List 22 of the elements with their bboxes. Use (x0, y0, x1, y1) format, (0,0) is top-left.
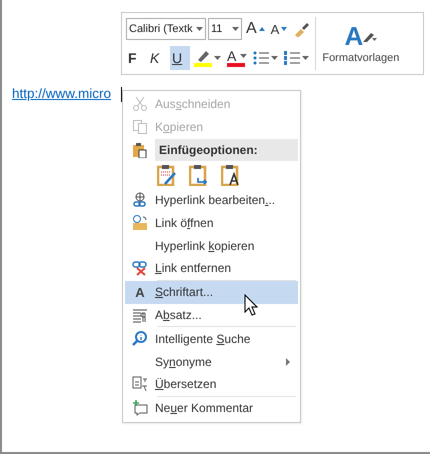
menu-item[interactable]: A Schriftart... (125, 280, 298, 304)
menu-item[interactable]: Link öffnen (125, 211, 298, 234)
menu-item[interactable]: Hyperlink kopieren (125, 234, 298, 257)
font-icon: A (135, 284, 145, 300)
menu-item[interactable]: Übersetzen (125, 372, 298, 396)
menu-item[interactable]: Absatz... (125, 304, 298, 326)
hyperlink[interactable]: http://www.micro (12, 86, 112, 101)
bold-button[interactable]: F (126, 46, 146, 70)
menu-item[interactable]: Link entfernen (125, 256, 298, 280)
menu-header: Einfügeoptionen: (155, 138, 298, 161)
underline-button[interactable]: U (170, 46, 190, 70)
menu-item[interactable]: Hyperlink bearbeiten... (125, 188, 298, 212)
font-color-button[interactable]: A (225, 46, 250, 70)
italic-button[interactable]: K (148, 46, 168, 70)
menu-item[interactable]: Neuer Kommentar (125, 396, 298, 420)
font-name-field[interactable]: Calibri (Textk (126, 18, 206, 40)
font-size-field[interactable]: 11 (208, 18, 242, 40)
shrink-font-button[interactable]: A (268, 17, 290, 42)
styles-button[interactable]: A Formatvorlagen (320, 17, 402, 70)
grow-font-button[interactable]: A (244, 17, 267, 42)
menu-item[interactable]: Intelligente Suche (125, 327, 298, 350)
menu-item[interactable]: Synonyme (125, 350, 298, 373)
